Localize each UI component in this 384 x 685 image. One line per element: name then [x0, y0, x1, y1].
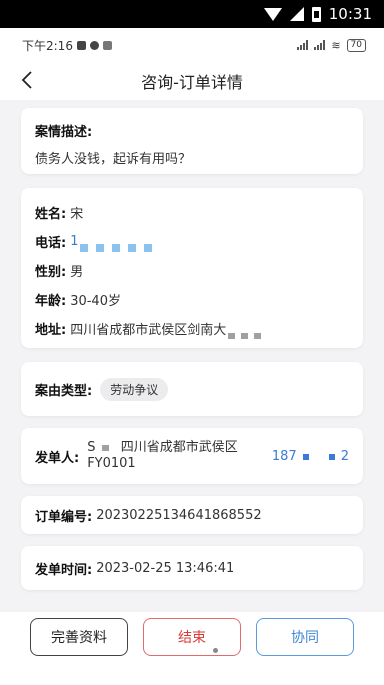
issue-time-label: 发单时间:	[35, 562, 93, 578]
issuer-code: FY0101	[87, 456, 136, 471]
redacted-address	[228, 324, 267, 339]
issuer-address-prefix: S	[87, 440, 96, 455]
battery-level: 70	[346, 38, 366, 52]
complete-info-button[interactable]: 完善资料	[30, 618, 128, 656]
case-type-card: 案由类型: 劳动争议	[21, 362, 363, 416]
collaborate-button[interactable]: 协同	[256, 618, 354, 656]
notification-icon	[76, 40, 86, 50]
issuer-address-rest: 四川省成都市武侯区	[120, 440, 238, 455]
wifi-small-icon: ≋	[331, 38, 341, 52]
issuer-phone-suffix: 2	[340, 449, 349, 464]
phone-row: 电话: 1	[35, 227, 349, 256]
gender-row: 性别: 男	[35, 256, 349, 285]
phone-value[interactable]: 1	[70, 234, 78, 249]
issuer-card: 发单人: S 四川省成都市武侯区 FY0101 187 2	[21, 428, 363, 484]
nav-header: 咨询-订单详情	[0, 62, 384, 100]
case-description-value: 债务人没钱，起诉有用吗？	[35, 152, 192, 167]
cell-signal-icon	[289, 7, 304, 21]
gender-value: 男	[70, 265, 84, 280]
name-value: 宋	[70, 207, 84, 222]
back-button[interactable]	[20, 71, 34, 89]
case-type-tag: 劳动争议	[100, 377, 169, 401]
age-label: 年龄:	[35, 294, 67, 309]
order-number-card: 订单编号: 20230225134641868552	[21, 496, 363, 534]
name-row: 姓名: 宋	[35, 198, 349, 227]
order-number-label: 订单编号:	[35, 509, 93, 525]
phone-time: 下午2:16	[22, 38, 73, 53]
age-value: 30-40岁	[70, 294, 121, 309]
address-row: 地址: 四川省成都市武侯区剑南大	[35, 314, 349, 343]
issue-time-value: 2023-02-25 13:46:41	[96, 560, 235, 576]
gender-label: 性别:	[35, 265, 67, 280]
redacted-digits	[302, 453, 309, 460]
touch-indicator	[213, 648, 218, 653]
redacted-digits-2	[328, 453, 335, 460]
nfc-icon	[102, 40, 112, 50]
settings-gear-icon	[89, 40, 99, 50]
redacted-phone	[80, 237, 160, 252]
signal-icon-2	[314, 40, 326, 50]
phone-status-bar: 下午2:16 ≋ 70	[0, 28, 384, 62]
system-time: 10:31	[328, 5, 372, 23]
issuer-phone-prefix: 187	[271, 449, 297, 464]
signal-icon	[297, 40, 309, 50]
redacted-issuer	[101, 440, 115, 451]
address-value: 四川省成都市武侯区剑南大	[70, 323, 227, 338]
issue-time-card: 发单时间: 2023-02-25 13:46:41	[21, 546, 363, 590]
case-type-label: 案由类型:	[35, 383, 93, 399]
issuer-address: S 四川省成都市武侯区 FY0101	[87, 440, 238, 472]
case-description-label: 案情描述:	[35, 125, 93, 140]
system-status-bar: 10:31	[0, 0, 384, 28]
client-info-card: 姓名: 宋 电话: 1 性别: 男 年龄: 30-40岁 地址: 四川省成都市武…	[21, 188, 363, 348]
action-bar: 完善资料 结束 协同	[0, 612, 384, 685]
case-description-card: 案情描述: 债务人没钱，起诉有用吗？	[21, 108, 363, 174]
finish-button[interactable]: 结束	[143, 618, 241, 656]
page-title: 咨询-订单详情	[141, 73, 243, 92]
issuer-phone[interactable]: 187 2	[272, 449, 349, 464]
order-detail-content: 案情描述: 债务人没钱，起诉有用吗？ 姓名: 宋 电话: 1 性别: 男 年龄:…	[0, 108, 384, 590]
wifi-icon	[263, 7, 282, 21]
phone-label: 电话:	[35, 236, 67, 251]
name-label: 姓名:	[35, 207, 67, 222]
issuer-label: 发单人:	[35, 450, 80, 466]
address-label: 地址:	[35, 323, 67, 338]
battery-icon	[311, 6, 321, 22]
chevron-left-icon	[21, 71, 32, 89]
order-number-value: 20230225134641868552	[96, 507, 262, 523]
age-row: 年龄: 30-40岁	[35, 285, 349, 314]
